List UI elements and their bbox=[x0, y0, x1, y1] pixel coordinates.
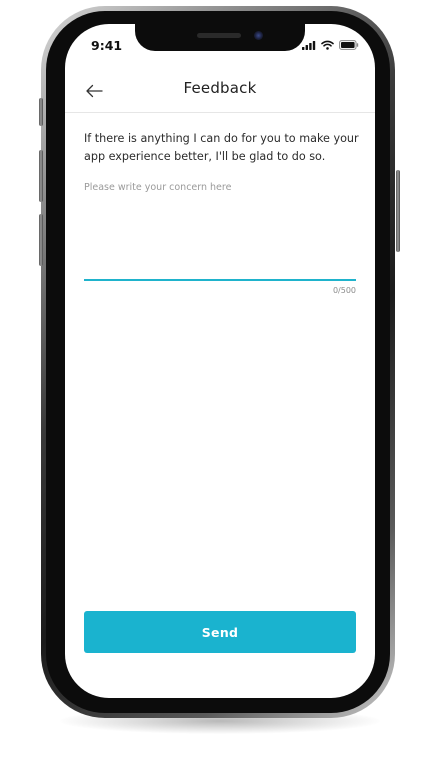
concern-input-underline bbox=[84, 279, 356, 281]
battery-icon bbox=[339, 40, 359, 50]
send-button[interactable]: Send bbox=[84, 611, 356, 653]
camera-icon bbox=[254, 31, 263, 40]
volume-down-button bbox=[39, 214, 43, 266]
signal-icon bbox=[302, 40, 316, 50]
device-stage: 9:41 Feedback If there is anything I can… bbox=[0, 0, 440, 758]
intro-text: If there is anything I can do for you to… bbox=[84, 132, 359, 163]
concern-input[interactable] bbox=[84, 182, 356, 278]
status-time: 9:41 bbox=[91, 38, 123, 53]
app-screen: 9:41 Feedback If there is anything I can… bbox=[65, 24, 375, 698]
power-button bbox=[396, 170, 400, 252]
char-counter: 0/500 bbox=[332, 286, 356, 295]
page-title: Feedback bbox=[183, 79, 257, 97]
volume-up-button bbox=[39, 150, 43, 202]
app-header: Feedback bbox=[65, 70, 375, 113]
status-icons bbox=[302, 40, 359, 50]
speaker-grille bbox=[197, 33, 241, 38]
notch bbox=[135, 24, 305, 51]
wifi-icon bbox=[321, 40, 334, 50]
mute-switch bbox=[39, 98, 43, 126]
